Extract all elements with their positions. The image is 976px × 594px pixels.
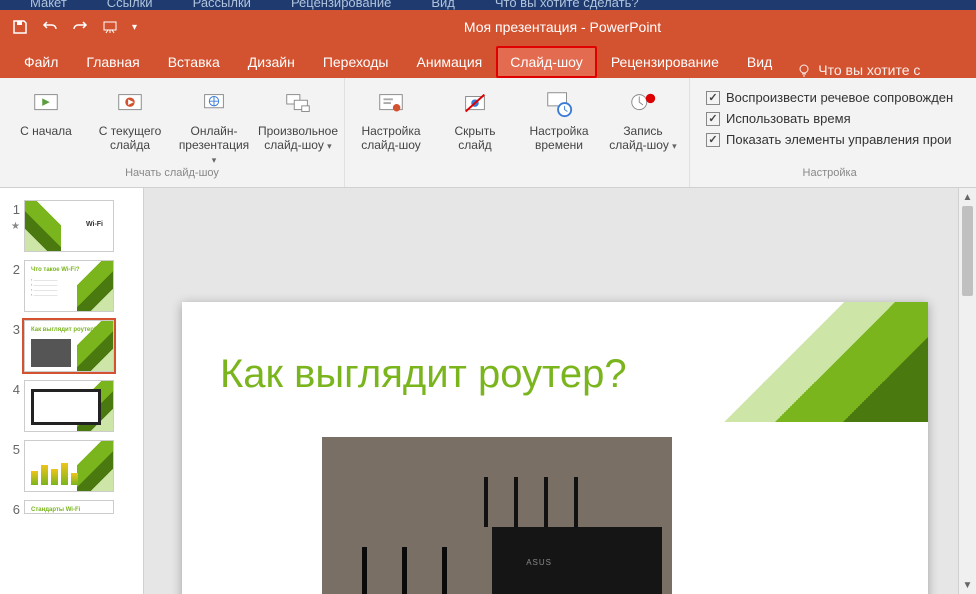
thumbnail-6[interactable]: 6 Стандарты Wi-Fi <box>0 496 143 521</box>
ribbon: С начала С текущего слайда Онлайн-презен… <box>0 78 976 188</box>
rehearse-timings-button[interactable]: Настройка времени <box>523 82 595 152</box>
tab-animation[interactable]: Анимация <box>403 46 497 78</box>
package-brand-label: ASUS <box>526 558 552 567</box>
vertical-scrollbar[interactable]: ▲ ▼ <box>958 188 976 594</box>
router-box-graphic <box>492 527 662 594</box>
check-use-timings[interactable]: ✓Использовать время <box>706 111 953 126</box>
group-setup: Настройка слайд-шоу Скрыть слайд Настрой… <box>345 78 690 187</box>
slideshow-start-icon[interactable] <box>102 19 118 35</box>
group-settings-checks: ✓Воспроизвести речевое сопровожден ✓Испо… <box>690 78 969 187</box>
group-label-settings: Настройка <box>803 167 857 183</box>
slide-editor-area[interactable]: Как выглядит роутер? ASUS ASUS ▲ ▼ <box>144 188 976 594</box>
slide-image-router[interactable]: ASUS ASUS <box>322 437 672 594</box>
hide-slide-button[interactable]: Скрыть слайд <box>439 82 511 152</box>
online-presentation-button[interactable]: Онлайн-презентация ▾ <box>178 82 250 167</box>
tell-me-search[interactable]: Что вы хотите с <box>796 62 920 78</box>
content-area: 1★ Wi-Fi 2 Что такое Wi-Fi?▪ ——————▪ ———… <box>0 188 976 594</box>
scrollbar-thumb[interactable] <box>962 206 973 296</box>
group-label-start: Начать слайд-шоу <box>125 167 219 183</box>
tab-view[interactable]: Вид <box>733 46 786 78</box>
tab-transitions[interactable]: Переходы <box>309 46 403 78</box>
ribbon-tabs: Файл Главная Вставка Дизайн Переходы Ани… <box>0 44 976 78</box>
tell-me-label: Что вы хотите с <box>818 62 920 78</box>
slide-thumbnails-pane[interactable]: 1★ Wi-Fi 2 Что такое Wi-Fi?▪ ——————▪ ———… <box>0 188 144 594</box>
check-show-controls[interactable]: ✓Показать элементы управления прои <box>706 132 953 147</box>
undo-icon[interactable] <box>42 19 58 35</box>
save-icon[interactable] <box>12 19 28 35</box>
quick-access-toolbar: ▾ <box>0 19 149 35</box>
tab-design[interactable]: Дизайн <box>234 46 309 78</box>
tab-insert[interactable]: Вставка <box>154 46 234 78</box>
setup-slideshow-button[interactable]: Настройка слайд-шоу <box>355 82 427 152</box>
redo-icon[interactable] <box>72 19 88 35</box>
record-slideshow-button[interactable]: Запись слайд-шоу ▾ <box>607 82 679 153</box>
current-slide[interactable]: Как выглядит роутер? ASUS ASUS <box>182 302 928 594</box>
thumbnail-1[interactable]: 1★ Wi-Fi <box>0 196 143 256</box>
title-bar: ▾ Моя презентация - PowerPoint <box>0 10 976 44</box>
animation-star-icon: ★ <box>11 221 20 232</box>
window-title: Моя презентация - PowerPoint <box>149 19 976 35</box>
thumbnail-5[interactable]: 5 <box>0 436 143 496</box>
check-play-narrations[interactable]: ✓Воспроизвести речевое сопровожден <box>706 90 953 105</box>
tab-home[interactable]: Главная <box>72 46 153 78</box>
from-beginning-button[interactable]: С начала <box>10 82 82 138</box>
thumbnail-2[interactable]: 2 Что такое Wi-Fi?▪ ——————▪ ——————▪ ————… <box>0 256 143 316</box>
slide-title-text[interactable]: Как выглядит роутер? <box>220 352 627 397</box>
tab-file[interactable]: Файл <box>10 46 72 78</box>
from-current-button[interactable]: С текущего слайда <box>94 82 166 152</box>
scroll-up-icon[interactable]: ▲ <box>959 188 976 206</box>
lightbulb-icon <box>796 62 812 78</box>
slide-decoration <box>708 302 928 422</box>
custom-slideshow-button[interactable]: Произвольное слайд-шоу ▾ <box>262 82 334 153</box>
background-word-tabs: МакетСсылкиРассылкиРецензированиеВидЧто … <box>0 0 976 10</box>
scroll-down-icon[interactable]: ▼ <box>959 576 976 594</box>
group-start-slideshow: С начала С текущего слайда Онлайн-презен… <box>0 78 345 187</box>
tab-slideshow[interactable]: Слайд-шоу <box>496 46 597 78</box>
tab-review[interactable]: Рецензирование <box>597 46 733 78</box>
thumbnail-3[interactable]: 3 Как выглядит роутер? <box>0 316 143 376</box>
thumbnail-4[interactable]: 4 <box>0 376 143 436</box>
qat-dropdown-icon[interactable]: ▾ <box>132 22 137 33</box>
